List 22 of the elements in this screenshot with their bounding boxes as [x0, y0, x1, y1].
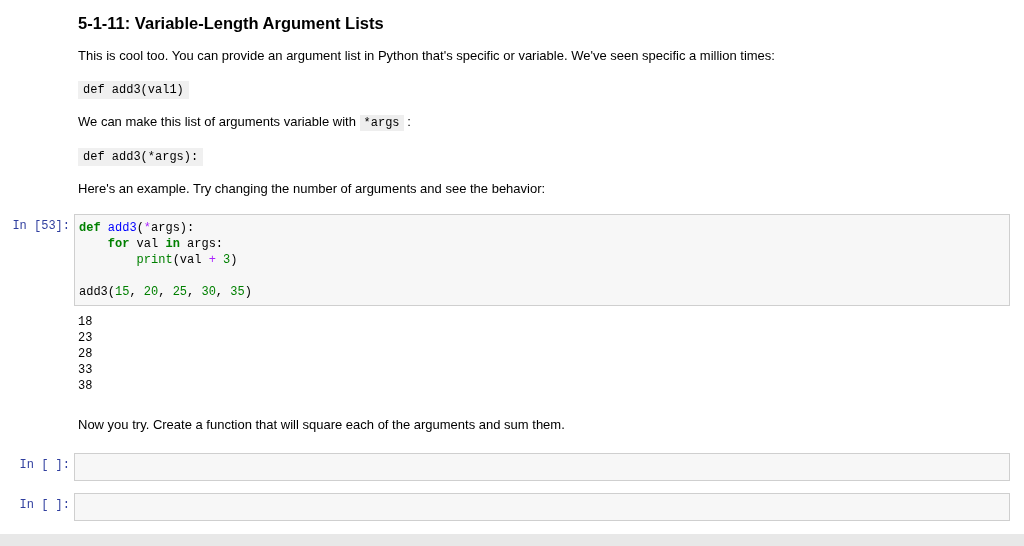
output-line: 18 — [78, 315, 93, 329]
markdown-paragraph: We can make this list of arguments variable with *args : — [78, 113, 412, 132]
markdown-paragraph: This is cool too. You can provide an argument list in Python that's specific or variable. We've seen specific a million times: — [78, 47, 776, 65]
markdown-paragraph: Here's an example. Try changing the number of arguments and see the behavior: — [78, 180, 547, 198]
output-line: 38 — [78, 379, 93, 393]
output-line: 28 — [78, 347, 93, 361]
output-line: 23 — [78, 331, 93, 345]
code-snippet: def add3(val1) — [78, 81, 189, 99]
cell-prompt: In [53]: — [12, 219, 70, 233]
code-line: for val in args: — [106, 236, 225, 252]
code-line: print(val + 3) — [135, 252, 239, 268]
notebook-heading: 5-1-11: Variable-Length Argument Lists — [78, 14, 385, 33]
code-line: def add3(*args): — [79, 220, 196, 236]
empty-code-cell[interactable] — [74, 493, 1010, 521]
cell-prompt: In [ ]: — [19, 458, 70, 472]
markdown-paragraph: Now you try. Create a function that will square each of the arguments and sum them. — [78, 416, 566, 434]
code-snippet: def add3(*args): — [78, 148, 204, 166]
code-cell[interactable]: def add3(*args): for val in args: print(val + 3) add3(15, 20, 25, 30, 35) — [74, 214, 1010, 306]
code-line: add3(15, 20, 25, 30, 35) — [79, 284, 253, 300]
cell-prompt: In [ ]: — [19, 498, 70, 512]
output-line: 33 — [78, 363, 93, 377]
empty-code-cell[interactable] — [74, 453, 1010, 481]
